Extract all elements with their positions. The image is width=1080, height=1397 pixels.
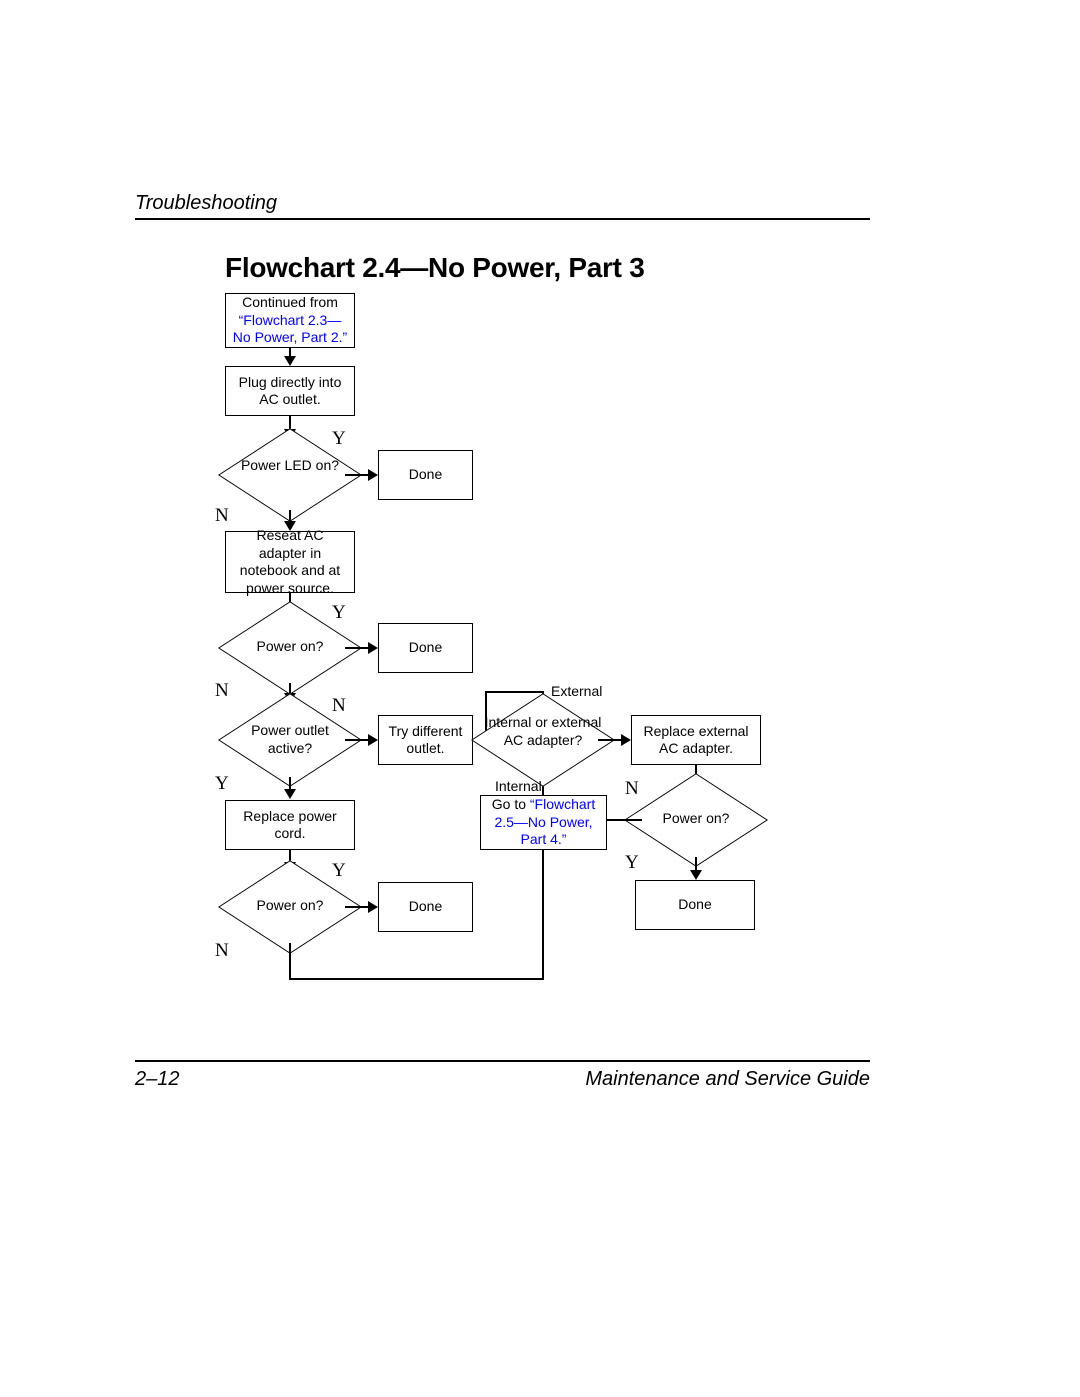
arrowhead-down-icon [284,789,296,799]
section-label: Troubleshooting [135,192,277,215]
node-done-1: Done [378,450,473,500]
node-text: Power outlet active? [230,722,350,757]
connector [345,906,370,908]
node-text: Replace external AC adapter. [638,723,754,758]
node-text: Internal or external AC adapter? [483,714,603,749]
arrowhead-right-icon [368,901,378,913]
node-text: Try different outlet. [385,723,466,758]
edge-label-n: N [215,940,229,962]
footer-rule [135,1060,870,1062]
arrowhead-right-icon [368,642,378,654]
node-replace-cord: Replace power cord. [225,800,355,850]
document-page: Troubleshooting Flowchart 2.4—No Power, … [0,0,1080,1397]
node-text: Reseat AC adapter in notebook and at pow… [232,527,348,597]
connector [289,978,544,980]
arrowhead-right-icon [368,469,378,481]
connector [485,691,543,693]
node-done-4: Done [635,880,755,930]
node-text: Done [678,896,711,914]
node-text: Power on? [257,638,324,656]
connector [289,943,291,978]
page-number: 2–12 [135,1068,180,1091]
arrowhead-right-icon [621,734,631,746]
text-plain: Continued from [242,294,338,310]
node-text: Continued from “Flowchart 2.3—No Power, … [232,294,348,347]
node-done-2: Done [378,623,473,673]
edge-label-n: N [215,505,229,527]
edge-label-y: Y [625,852,639,874]
node-plug: Plug directly into AC outlet. [225,366,355,416]
arrowhead-right-icon [368,734,378,746]
node-reseat: Reseat AC adapter in notebook and at pow… [225,531,355,593]
node-text: Power on? [257,897,324,915]
arrowhead-down-icon [284,356,296,366]
connector [607,819,642,821]
edge-label-y: Y [215,773,229,795]
node-try-outlet: Try different outlet. [378,715,473,765]
edge-label-n: N [215,680,229,702]
connector [598,739,623,741]
node-text: Done [409,466,442,484]
node-done-3: Done [378,882,473,932]
node-start: Continued from “Flowchart 2.3—No Power, … [225,293,355,348]
node-text: Go to “Flowchart 2.5—No Power, Part 4.” [487,796,600,849]
edge-label-y: Y [332,860,346,882]
edge-label-y: Y [332,602,346,624]
node-text: Done [409,639,442,657]
node-text: Power on? [663,810,730,828]
edge-label-y: Y [332,428,346,450]
connector [345,739,370,741]
node-replace-ext: Replace external AC adapter. [631,715,761,765]
node-text: Replace power cord. [232,808,348,843]
edge-label-n: N [332,695,346,717]
edge-label-n: N [625,778,639,800]
link-prev-flowchart[interactable]: “Flowchart 2.3—No Power, Part 2.” [233,312,347,346]
header-rule [135,218,870,220]
node-text: Power LED on? [241,457,339,475]
guide-title: Maintenance and Service Guide [585,1068,870,1091]
connector [345,474,370,476]
node-text: Done [409,898,442,916]
node-text: Plug directly into AC outlet. [232,374,348,409]
arrowhead-down-icon [690,870,702,880]
connector [345,647,370,649]
text-plain: Go to [492,796,530,812]
edge-label-external: External [551,683,602,699]
edge-label-internal: Internal [495,778,542,794]
node-goto: Go to “Flowchart 2.5—No Power, Part 4.” [480,795,607,850]
page-title: Flowchart 2.4—No Power, Part 3 [225,252,645,284]
